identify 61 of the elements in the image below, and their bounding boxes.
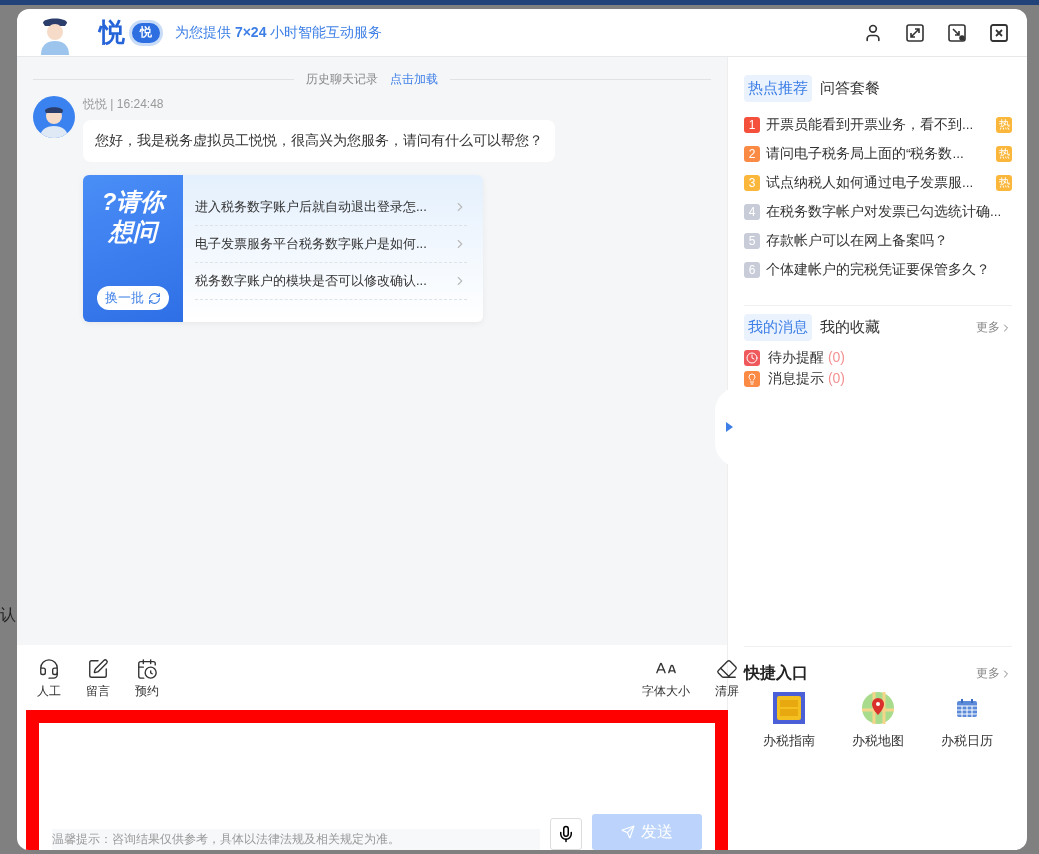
rank-number: 2 [744, 145, 760, 162]
guide-book-icon [772, 692, 805, 724]
brand-badge: 悦 [129, 19, 163, 46]
quick-entry-title: 快捷入口 [744, 663, 808, 683]
rank-number: 1 [744, 116, 760, 133]
suggested-question[interactable]: 税务数字账户的模块是否可以修改确认... [195, 263, 467, 300]
hot-question[interactable]: 1 开票员能看到开票业务，看不到... 热 [744, 110, 1012, 139]
hot-tag: 热 [996, 116, 1012, 133]
toolbar-button[interactable]: 清屏 [715, 658, 739, 700]
more-link[interactable]: 更多 [976, 319, 1012, 336]
quick-entry[interactable]: 办税指南 [744, 692, 833, 792]
message-entry[interactable]: 待办提醒 (0) [744, 347, 1012, 368]
microphone-icon [557, 825, 575, 843]
panel-tab[interactable]: 热点推荐 [744, 75, 812, 102]
user-icon [863, 22, 883, 43]
message-bubble: 您好，我是税务虚拟员工悦悦，很高兴为您服务，请问有什么可以帮您？ [83, 120, 555, 162]
load-history-link[interactable]: 点击加载 [390, 71, 438, 88]
suggested-question[interactable]: 进入税务数字账户后就自动退出登录怎... [195, 189, 467, 226]
headset-icon [38, 658, 60, 680]
rank-number: 3 [744, 174, 760, 191]
panel-tab[interactable]: 问答套餐 [816, 75, 884, 102]
send-icon [621, 825, 635, 839]
eraser-icon [716, 658, 738, 680]
calendar-clock-icon [136, 658, 158, 680]
map-pin-icon [861, 692, 894, 724]
message-label: 待办提醒 (0) [768, 348, 845, 367]
panel-tab[interactable]: 我的消息 [744, 314, 812, 341]
dock-icon [948, 23, 966, 42]
hot-question[interactable]: 2 请问电子税务局上面的“税务数... 热 [744, 139, 1012, 168]
avatar-silhouette [33, 96, 75, 138]
microphone-button[interactable] [550, 818, 582, 850]
disclaimer-text: 温馨提示：咨询结果仅供参考，具体以法律法规及相关规定为准。 [52, 829, 540, 850]
close-icon [990, 23, 1008, 42]
calendar-icon [955, 698, 978, 718]
hot-question[interactable]: 3 试点纳税人如何通过电子发票服... 热 [744, 168, 1012, 197]
triangle-right-icon [725, 422, 733, 432]
panel-tab[interactable]: 我的收藏 [816, 314, 884, 341]
toolbar-button[interactable]: 人工 [37, 658, 61, 700]
quick-entry[interactable]: 办税日历 [922, 692, 1011, 792]
expand-icon [906, 23, 924, 42]
hot-tag: 热 [996, 174, 1012, 191]
hot-tag: 热 [996, 145, 1012, 162]
background-text: 认 [0, 605, 16, 625]
toolbar-button[interactable]: 字体大小 [642, 658, 690, 700]
message-entry[interactable]: 消息提示 (0) [744, 368, 1012, 389]
edit-icon [87, 658, 109, 680]
history-label: 历史聊天记录 [306, 71, 378, 88]
suggested-question[interactable]: 电子发票服务平台税务数字账户是如何... [195, 226, 467, 263]
brand-logo-text: 悦 [99, 16, 125, 49]
toolbar-button[interactable]: 留言 [86, 658, 110, 700]
message-label: 消息提示 (0) [768, 369, 845, 388]
refresh-button[interactable]: 换一批 [97, 286, 169, 310]
more-link[interactable]: 更多 [976, 665, 1012, 682]
refresh-icon [148, 291, 161, 305]
toolbar-button[interactable]: 预约 [135, 658, 159, 700]
quick-entry[interactable]: 办税地图 [833, 692, 922, 792]
slogan: 为您提供 7×24 小时智能互动服务 [175, 23, 383, 42]
lightbulb-icon [744, 370, 760, 387]
sender-time: 悦悦 | 16:24:48 [83, 96, 164, 113]
card-title: ?请你 [101, 187, 165, 217]
clock-icon [744, 349, 760, 366]
